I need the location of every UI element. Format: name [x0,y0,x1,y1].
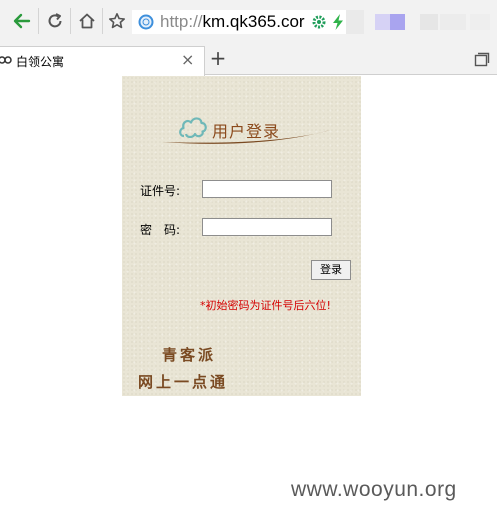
back-arrow-icon [13,13,31,29]
blurred-region [420,14,438,30]
blurred-region [470,14,490,30]
new-tab-button[interactable]: + [207,48,229,70]
id-number-input[interactable] [202,180,332,198]
home-button[interactable] [76,10,98,32]
browser-toolbar: http://km.qk365.cor [0,0,497,44]
password-hint: *初始密码为证件号后六位! [200,299,331,312]
toolbar-divider [70,8,71,34]
star-icon [109,13,125,29]
brand-slogan-line2: 网上一点通 [138,373,229,391]
tab-title: 白领公寓 [16,55,65,69]
lightning-icon[interactable] [332,14,344,30]
address-bar[interactable]: http://km.qk365.cor [132,10,346,34]
reload-icon [48,13,62,28]
blurred-region [346,10,364,34]
title-swoosh [162,130,330,144]
watermark: www.wooyun.org [291,478,457,501]
tab-list-icon[interactable] [474,52,490,68]
url-protocol: http:// [160,12,203,31]
blurred-region [440,14,466,30]
id-label: 证件号: [140,184,181,198]
password-input[interactable] [202,218,332,236]
blurred-region [390,14,405,30]
tab-favicon-icon [0,56,12,64]
password-label: 密 码: [140,223,181,237]
extension-gear-icon[interactable] [312,15,326,29]
tab-active[interactable]: 白领公寓 × [0,46,205,76]
back-button[interactable] [11,10,33,32]
tab-strip: 白领公寓 × + [0,44,497,76]
url-text: http://km.qk365.cor [160,12,308,32]
bookmark-button[interactable] [106,10,128,32]
blurred-region [375,14,390,30]
toolbar-divider [102,8,103,34]
reload-button[interactable] [44,10,66,32]
toolbar-divider [38,8,39,34]
site-info-icon [138,14,154,30]
login-button[interactable]: 登录 [311,260,351,280]
login-panel: 用户登录 证件号: 密 码: 登录 *初始密码为证件号后六位! 青客派 网上一点… [122,76,361,396]
close-tab-icon[interactable]: × [181,51,194,69]
url-host: km.qk365.cor [202,12,305,31]
home-icon [79,13,95,29]
brand-slogan-line1: 青客派 [162,346,217,364]
